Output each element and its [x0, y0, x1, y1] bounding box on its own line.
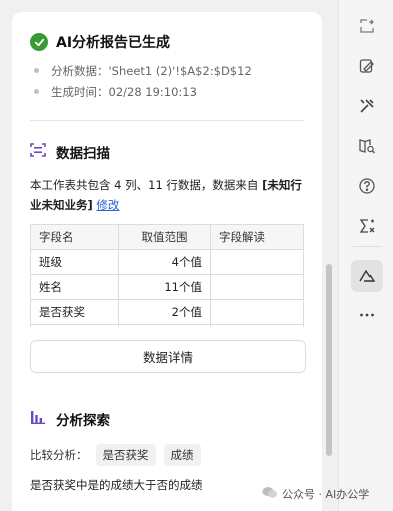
field-range-cell: 2个值 — [118, 299, 211, 325]
wechat-icon — [262, 486, 278, 502]
bar-chart-icon — [30, 409, 46, 429]
field-name-cell — [30, 324, 119, 327]
data-details-button[interactable]: 数据详情 — [30, 340, 306, 373]
field-range-cell: 4个值 — [118, 249, 211, 275]
watermark-text: 公众号 · AI办公学 — [282, 488, 370, 501]
bullet-icon — [34, 89, 39, 94]
ai-analysis-panel: AI分析报告已生成 分析数据：'Sheet1 (2)'!$A$2:$D$12 生… — [12, 12, 322, 511]
field-name-cell: 班级 — [30, 249, 119, 275]
check-circle-icon — [30, 33, 48, 51]
transform-icon[interactable] — [351, 10, 383, 42]
sheet-pen-icon[interactable] — [351, 50, 383, 82]
tools-icon[interactable] — [351, 90, 383, 122]
more-icon[interactable] — [351, 299, 383, 331]
table-row: 是否获奖 2个值 — [30, 299, 304, 325]
data-source-text: 分析数据：'Sheet1 (2)'!$A$2:$D$12 — [51, 63, 252, 78]
field-name-cell: 姓名 — [30, 274, 119, 300]
field-name-cell: 是否获奖 — [30, 299, 119, 325]
explore-section-title: 分析探索 — [30, 409, 110, 429]
right-tool-rail — [338, 0, 393, 511]
fields-table: 字段名 取值范围 字段解读 班级 4个值 姓名 11个值 是否获奖 2个值 — [30, 224, 304, 327]
compare-analysis: 比较分析： 是否获奖 成绩 — [30, 444, 201, 466]
book-search-icon[interactable] — [351, 130, 383, 162]
data-source-row: 分析数据：'Sheet1 (2)'!$A$2:$D$12 — [34, 60, 304, 81]
scan-section-title: 数据扫描 — [30, 142, 110, 162]
ai-analysis-icon[interactable] — [351, 260, 383, 292]
finding-text: 是否获奖中是的成绩大于否的成绩 — [30, 478, 203, 492]
fields-table-wrapper[interactable]: 字段名 取值范围 字段解读 班级 4个值 姓名 11个值 是否获奖 2个值 — [30, 224, 306, 327]
watermark: 公众号 · AI办公学 — [262, 486, 369, 502]
column-header: 取值范围 — [118, 224, 211, 250]
report-title-row: AI分析报告已生成 — [30, 32, 304, 52]
scan-icon — [30, 142, 46, 162]
report-header: AI分析报告已生成 分析数据：'Sheet1 (2)'!$A$2:$D$12 生… — [30, 32, 304, 102]
panel-scrollbar[interactable] — [326, 264, 332, 456]
field-note-cell — [210, 299, 304, 325]
column-header: 字段解读 — [210, 224, 304, 250]
field-note-cell — [210, 249, 304, 275]
field-range-cell — [118, 324, 211, 327]
help-icon[interactable] — [351, 170, 383, 202]
table-row: 姓名 11个值 — [30, 274, 304, 300]
field-note-cell — [210, 274, 304, 300]
scan-title: 数据扫描 — [56, 146, 110, 162]
rail-divider — [353, 246, 381, 247]
edit-link[interactable]: 修改 — [96, 198, 119, 212]
compare-label: 比较分析： — [30, 448, 88, 462]
scan-desc-text: 本工作表共包含 4 列、11 行数据，数据来自 — [30, 178, 263, 192]
table-header-row: 字段名 取值范围 字段解读 — [30, 224, 304, 250]
field-range-cell: 11个值 — [118, 274, 211, 300]
table-row — [30, 324, 304, 327]
generated-time-row: 生成时间：02/28 19:10:13 — [34, 81, 304, 102]
report-meta: 分析数据：'Sheet1 (2)'!$A$2:$D$12 生成时间：02/28 … — [30, 60, 304, 102]
formula-icon[interactable] — [351, 210, 383, 242]
report-title: AI分析报告已生成 — [56, 35, 171, 51]
column-header: 字段名 — [30, 224, 119, 250]
explore-title: 分析探索 — [56, 413, 110, 429]
field-chip[interactable]: 成绩 — [163, 444, 201, 466]
divider — [30, 120, 304, 121]
table-row: 班级 4个值 — [30, 249, 304, 275]
scan-description: 本工作表共包含 4 列、11 行数据，数据来自 [未知行业未知业务] 修改 — [30, 175, 306, 215]
bullet-icon — [34, 68, 39, 73]
generated-time-text: 生成时间：02/28 19:10:13 — [51, 84, 197, 99]
field-note-cell — [210, 324, 304, 327]
field-chip[interactable]: 是否获奖 — [95, 444, 156, 466]
